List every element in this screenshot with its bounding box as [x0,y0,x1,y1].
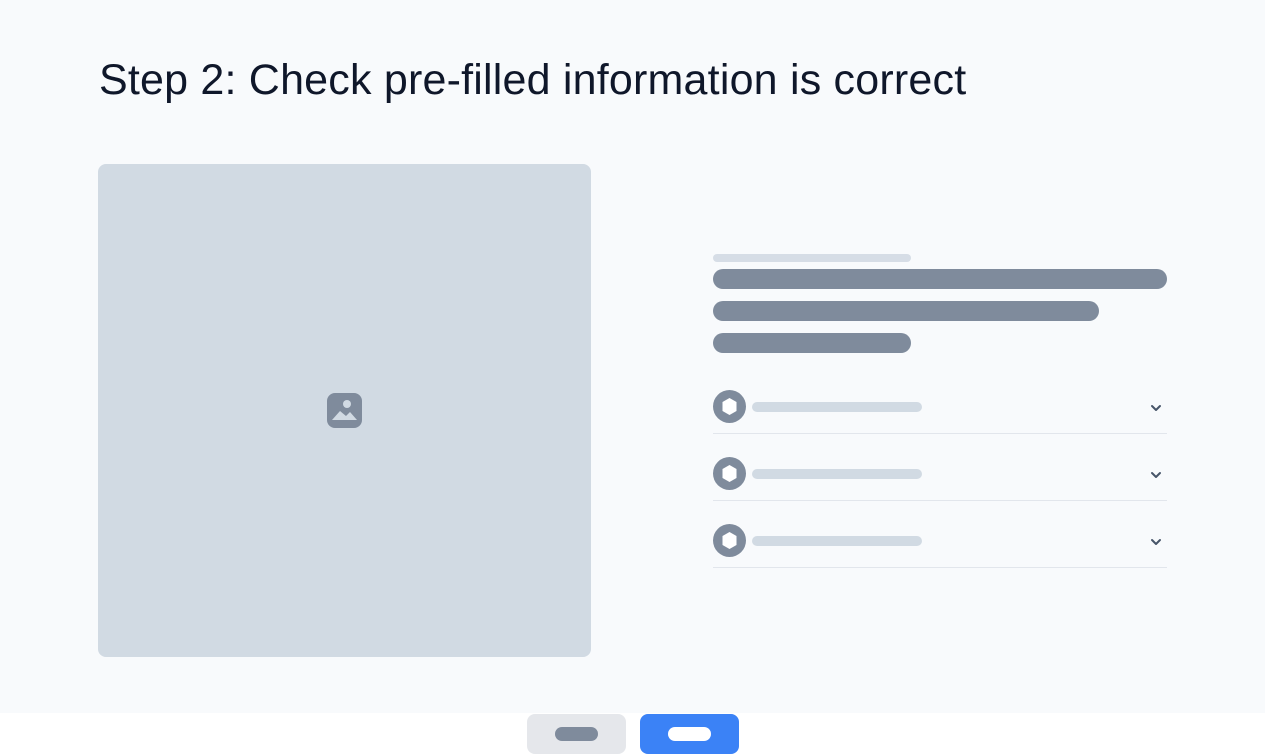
back-button-label-placeholder [555,727,598,741]
accordion-item[interactable] [713,434,1167,501]
eyebrow-placeholder [713,254,911,262]
page: Step 2: Check pre-filled information is … [0,0,1265,754]
heading-line-placeholder [713,333,911,353]
badge-icon [713,390,746,423]
image-placeholder [98,164,591,657]
back-button[interactable] [527,714,626,754]
page-title: Step 2: Check pre-filled information is … [99,56,967,104]
accordion-label-placeholder [752,402,922,412]
next-button-label-placeholder [668,727,711,741]
content-panel: Step 2: Check pre-filled information is … [0,0,1265,713]
badge-icon [713,524,746,557]
chevron-down-icon[interactable] [1149,535,1163,549]
accordion-label-placeholder [752,536,922,546]
heading-line-placeholder [713,301,1099,321]
chevron-down-icon[interactable] [1149,468,1163,482]
accordion-item[interactable] [713,501,1167,568]
image-icon [327,393,362,428]
next-button[interactable] [640,714,739,754]
accordion-label-placeholder [752,469,922,479]
chevron-down-icon[interactable] [1149,401,1163,415]
accordion-item[interactable] [713,367,1167,434]
badge-icon [713,457,746,490]
heading-line-placeholder [713,269,1167,289]
